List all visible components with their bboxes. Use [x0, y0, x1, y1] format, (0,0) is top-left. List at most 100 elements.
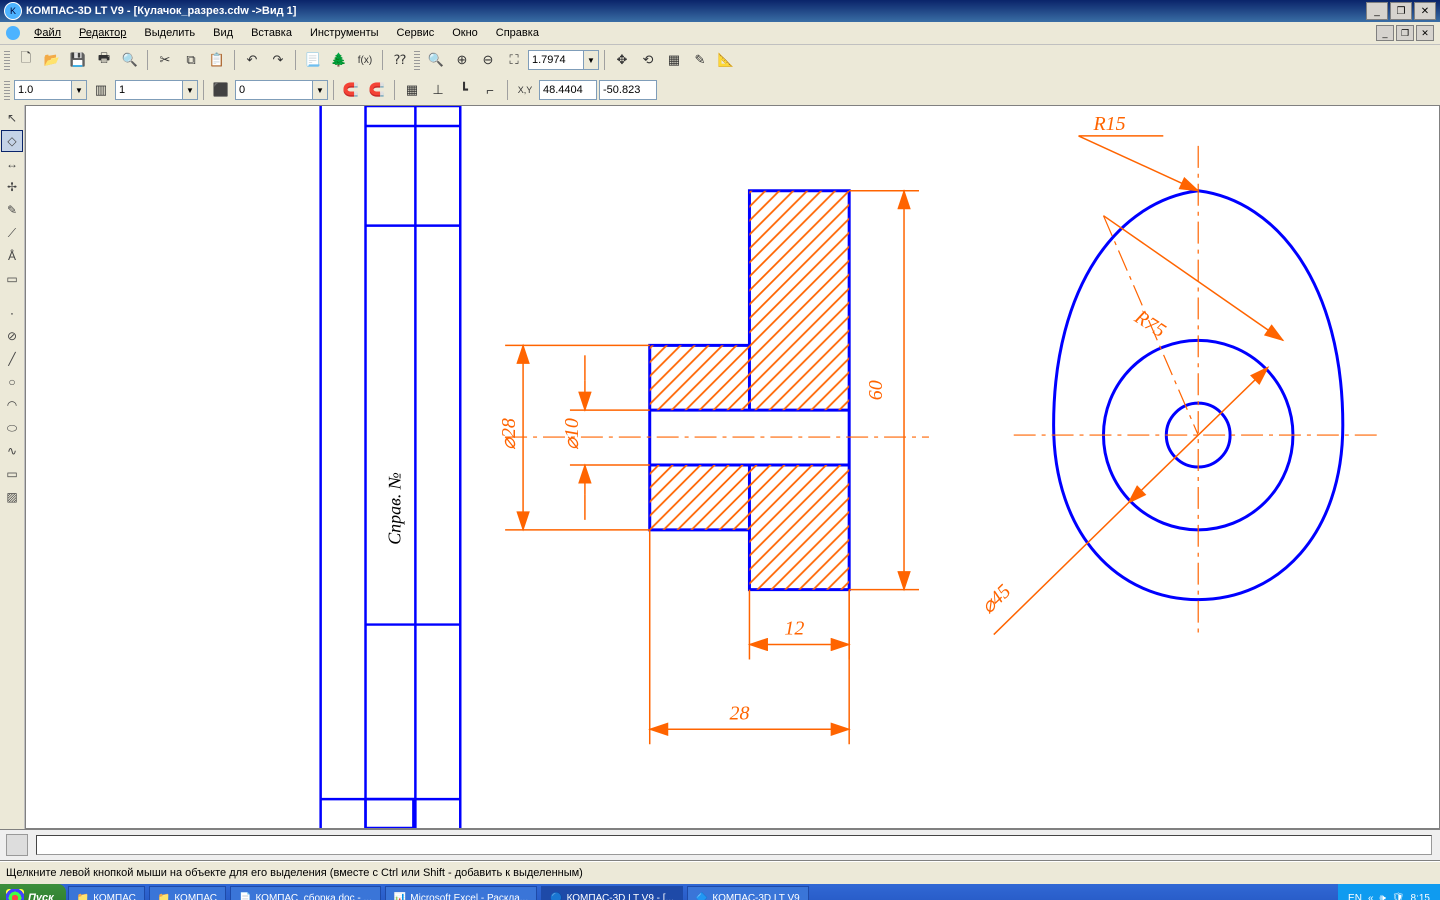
param-tool[interactable]: ⟋	[1, 222, 23, 244]
properties-button[interactable]: 📃	[301, 48, 325, 72]
select-tool2[interactable]: ▭	[1, 268, 23, 290]
scale-value[interactable]: 1.0	[14, 80, 72, 100]
toolbar-grip[interactable]	[414, 50, 420, 70]
menu-view[interactable]: Вид	[205, 25, 241, 41]
tray-icon[interactable]: 🛡	[1392, 893, 1405, 900]
save-button[interactable]: 💾	[66, 48, 90, 72]
tray-icon[interactable]: «	[1368, 893, 1374, 900]
undo-button[interactable]: ↶	[240, 48, 264, 72]
redraw-button[interactable]: ▦	[662, 48, 686, 72]
edit-tool[interactable]: ✎	[1, 199, 23, 221]
property-panel	[0, 829, 1440, 861]
task-item[interactable]: 📄КОМПАС_сборка.doc - ...	[230, 886, 381, 900]
dim-d45: ⌀45	[977, 580, 1015, 618]
paste-button[interactable]: 📋	[205, 48, 229, 72]
layer-combo[interactable]: 1 ▼	[115, 80, 198, 100]
chevron-down-icon[interactable]: ▼	[72, 80, 87, 100]
lang-indicator[interactable]: EN	[1348, 893, 1362, 900]
zoom-prev-button[interactable]: ⟲	[636, 48, 660, 72]
snap-on-button[interactable]: 🧲	[339, 78, 363, 102]
tree-button[interactable]: 🌲	[327, 48, 351, 72]
zoom-out-button[interactable]: ⊖	[476, 48, 500, 72]
panel-icon[interactable]	[6, 834, 28, 856]
line-tool[interactable]: ╱	[1, 348, 23, 370]
measure-tool[interactable]: Å	[1, 245, 23, 267]
chevron-down-icon[interactable]: ▼	[584, 50, 599, 70]
redo-button[interactable]: ↷	[266, 48, 290, 72]
color-icon[interactable]: ⬛	[209, 78, 233, 102]
color-combo[interactable]: 0 ▼	[235, 80, 328, 100]
start-button[interactable]: Пуск	[0, 884, 66, 900]
zoom-fit-button[interactable]: ⛶	[502, 48, 526, 72]
circle-tool[interactable]: ○	[1, 371, 23, 393]
chevron-down-icon[interactable]: ▼	[313, 80, 328, 100]
minimize-button[interactable]: _	[1366, 2, 1388, 20]
zoom-combo[interactable]: 1.7974 ▼	[528, 50, 599, 70]
scale-combo[interactable]: 1.0 ▼	[14, 80, 87, 100]
zoom-in-button[interactable]: ⊕	[450, 48, 474, 72]
clock[interactable]: 8:15	[1411, 893, 1430, 900]
measure-button[interactable]: 📐	[714, 48, 738, 72]
aux-line-tool[interactable]: ⊘	[1, 325, 23, 347]
pan-button[interactable]: ✥	[610, 48, 634, 72]
spline-tool[interactable]: ∿	[1, 440, 23, 462]
refresh-button[interactable]: ✎	[688, 48, 712, 72]
ellipse-tool[interactable]: ⬭	[1, 417, 23, 439]
arc-tool[interactable]: ◠	[1, 394, 23, 416]
task-item-active[interactable]: 🔵КОМПАС-3D LT V9 - [...	[541, 886, 683, 900]
system-tray[interactable]: EN « 🕪 🛡 8:15	[1338, 884, 1440, 900]
symbols-tool[interactable]: ✢	[1, 176, 23, 198]
copy-button[interactable]: ⧉	[179, 48, 203, 72]
rect-tool[interactable]: ▭	[1, 463, 23, 485]
point-tool[interactable]: ⸱	[1, 302, 23, 324]
new-button[interactable]: 🗋	[14, 48, 38, 72]
coord-y[interactable]: -50.823	[599, 80, 657, 100]
cut-button[interactable]: ✂	[153, 48, 177, 72]
mdi-close-button[interactable]: ✕	[1416, 25, 1434, 41]
menu-select[interactable]: Выделить	[136, 25, 203, 41]
layer-icon[interactable]: ▥	[89, 78, 113, 102]
toolbar-grip[interactable]	[4, 80, 10, 100]
menu-edit[interactable]: Редактор	[71, 25, 134, 41]
round-button[interactable]: ┗	[452, 78, 476, 102]
mdi-minimize-button[interactable]: _	[1376, 25, 1394, 41]
color-value[interactable]: 0	[235, 80, 313, 100]
close-button[interactable]: ✕	[1414, 2, 1436, 20]
task-item[interactable]: 📁КОМПАС	[149, 886, 226, 900]
toolbar-grip[interactable]	[4, 50, 10, 70]
layer-value[interactable]: 1	[115, 80, 183, 100]
tray-icon[interactable]: 🕪	[1380, 893, 1386, 900]
menu-tools[interactable]: Инструменты	[302, 25, 387, 41]
zoom-value[interactable]: 1.7974	[528, 50, 584, 70]
select-tool[interactable]: ↖	[1, 107, 23, 129]
command-input[interactable]	[36, 835, 1432, 855]
menu-file[interactable]: Файл	[26, 25, 69, 41]
dimension-tool[interactable]: ↔	[1, 153, 23, 175]
menu-bar: Файл Редактор Выделить Вид Вставка Инстр…	[0, 22, 1440, 45]
snap-off-button[interactable]: 🧲	[365, 78, 389, 102]
work-area: ↖ ◇ ↔ ✢ ✎ ⟋ Å ▭ ⸱ ⊘ ╱ ○ ◠ ⬭ ∿ ▭ ▨	[0, 105, 1440, 829]
menu-window[interactable]: Окно	[444, 25, 486, 41]
lcs-button[interactable]: ⌐	[478, 78, 502, 102]
restore-button[interactable]: ❐	[1390, 2, 1412, 20]
coord-x[interactable]: 48.4404	[539, 80, 597, 100]
zoom-window-button[interactable]: 🔍	[424, 48, 448, 72]
grid-button[interactable]: ▦	[400, 78, 424, 102]
task-item[interactable]: 📁КОМПАС	[68, 886, 145, 900]
help-pointer-button[interactable]: ⁇	[388, 48, 412, 72]
preview-button[interactable]: 🔍	[118, 48, 142, 72]
menu-help[interactable]: Справка	[488, 25, 547, 41]
vars-button[interactable]: f(x)	[353, 48, 377, 72]
task-item[interactable]: 📊Microsoft Excel - Раскла...	[385, 886, 537, 900]
drawing-canvas[interactable]: Справ. №	[25, 105, 1440, 829]
hatch-tool[interactable]: ▨	[1, 486, 23, 508]
geometry-tool[interactable]: ◇	[1, 130, 23, 152]
chevron-down-icon[interactable]: ▼	[183, 80, 198, 100]
print-button[interactable]: 🖶	[92, 48, 116, 72]
menu-insert[interactable]: Вставка	[243, 25, 300, 41]
task-item[interactable]: 🔷КОМПАС-3D LT V9	[687, 886, 809, 900]
ortho-button[interactable]: ⊥	[426, 78, 450, 102]
menu-service[interactable]: Сервис	[389, 25, 443, 41]
open-button[interactable]: 📂	[40, 48, 64, 72]
mdi-restore-button[interactable]: ❐	[1396, 25, 1414, 41]
